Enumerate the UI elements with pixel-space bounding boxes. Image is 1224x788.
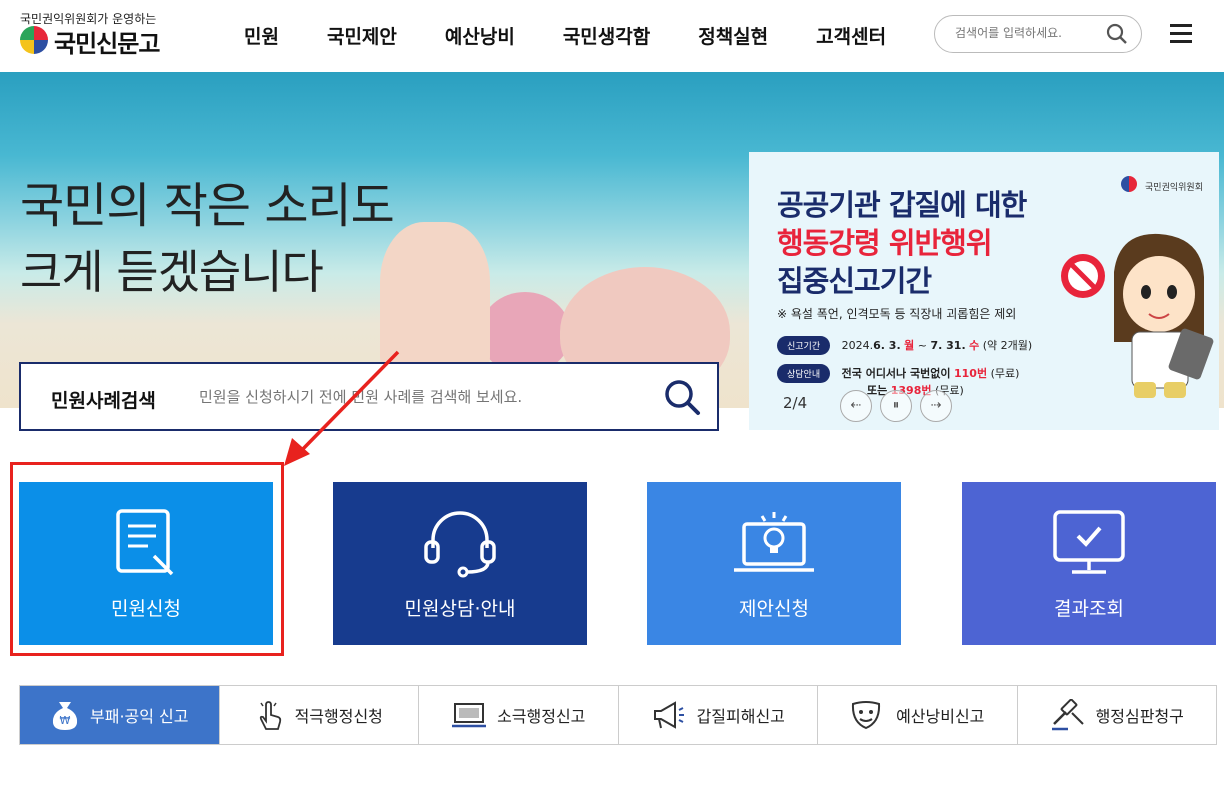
quick-link-label: 예산낭비신고 (896, 707, 985, 726)
megaphone-icon (653, 701, 684, 729)
quick-link-corruption-report[interactable]: ₩ 부패·공익 신고 (20, 686, 220, 744)
campaign-banner[interactable]: 국민권익위원회 공공기관 갑질에 대한 행동강령 위반행위 집중신고기간 ※ 욕… (749, 152, 1219, 430)
cartoon-character-illustration (1114, 233, 1214, 398)
laptop-icon (452, 703, 487, 728)
banner-title-line3: 집중신고기간 (777, 264, 932, 298)
contact-number-110: 110번 (953, 367, 988, 380)
period-start: 6. 3. (873, 339, 901, 352)
period-year: 2024. (841, 339, 874, 352)
no-sign-icon (1061, 254, 1105, 298)
logo-emblem-icon[interactable] (20, 26, 48, 54)
tile-label: 결과조회 (1054, 598, 1124, 620)
period-label: 신고기간 (777, 336, 831, 355)
hamburger-menu-icon[interactable] (1170, 24, 1192, 44)
nav-item-policy[interactable]: 정책실현 (674, 22, 792, 49)
money-bag-icon: ₩ (52, 702, 78, 730)
laptop-lightbulb-icon (734, 512, 814, 572)
site-header: 국민권익위원회가 운영하는 국민신문고 민원 국민제안 예산낭비 국민생각함 정… (0, 0, 1224, 72)
gavel-icon (1051, 699, 1084, 731)
header-search-input[interactable] (953, 25, 1097, 41)
period-start-day: 월 (904, 339, 915, 352)
quick-link-label: 행정심판청구 (1095, 707, 1184, 726)
quick-link-label: 적극행정신청 (294, 707, 383, 726)
banner-pause-button[interactable]: ⏸ (880, 390, 912, 422)
quick-link-label: 갑질피해신고 (696, 707, 785, 726)
period-end: 7. 31. (930, 339, 966, 352)
highlight-box (10, 462, 284, 656)
quick-link-gapjil-report[interactable]: 갑질피해신고 (619, 686, 818, 744)
quick-link-passive-admin[interactable]: 소극행정신고 (419, 686, 619, 744)
banner-pager: 2/4 (783, 394, 808, 412)
banner-contact-row: 상담안내 전국 어디서나 국번없이 110번 (무료) (777, 364, 1019, 383)
banner-title-line1: 공공기관 갑질에 대한 (777, 188, 1027, 222)
nav-item-customer-center[interactable]: 고객센터 (792, 22, 910, 49)
case-search-label: 민원사례검색 (51, 390, 156, 412)
banner-org: 국민권익위원회 (1145, 183, 1203, 193)
hand-pointer-icon (259, 701, 281, 730)
case-search-bar: 민원사례검색 (19, 362, 719, 431)
tile-consultation[interactable]: 민원상담·안내 (333, 482, 587, 645)
contact-line1: 전국 어디서나 국번없이 (841, 367, 951, 380)
theater-masks-icon (852, 701, 881, 730)
svg-text:₩: ₩ (60, 714, 71, 727)
tile-proposal[interactable]: 제안신청 (647, 482, 901, 645)
nav-item-budget-waste[interactable]: 예산낭비 (421, 22, 539, 49)
quick-link-label: 소극행정신고 (497, 707, 586, 726)
banner-period-row: 신고기간 2024.6. 3. 월 ~ 7. 31. 수 (약 2개월) (777, 336, 1032, 355)
main-nav: 민원 국민제안 예산낭비 국민생각함 정책실현 고객센터 (220, 22, 910, 49)
header-search (934, 15, 1142, 53)
coral-decoration (380, 222, 490, 372)
contact-label: 상담안내 (777, 364, 831, 383)
tile-label: 제안신청 (739, 598, 809, 620)
site-logo[interactable]: 국민신문고 (54, 24, 160, 59)
nav-item-proposal[interactable]: 국민제안 (303, 22, 421, 49)
hero-subheadline: 크게 듣겠습니다 (20, 245, 324, 299)
tile-label: 민원상담·안내 (404, 598, 516, 620)
quick-link-label: 부패·공익 신고 (90, 707, 189, 726)
hero-headline: 국민의 작은 소리도 (20, 178, 395, 234)
quick-report-bar: ₩ 부패·공익 신고 적극행정신청 소극행정신고 갑질피해신고 예산낭비신고 행… (19, 685, 1217, 745)
quick-link-budget-waste-report[interactable]: 예산낭비신고 (818, 686, 1018, 744)
nav-item-public-opinion[interactable]: 국민생각함 (539, 22, 674, 49)
search-icon[interactable] (1105, 22, 1129, 46)
period-separator: ~ (917, 339, 927, 352)
period-end-day: 수 (969, 339, 980, 352)
quick-link-proactive-admin[interactable]: 적극행정신청 (220, 686, 419, 744)
headset-icon (424, 511, 496, 578)
monitor-check-icon (1053, 510, 1125, 574)
tile-result-inquiry[interactable]: 결과조회 (962, 482, 1216, 645)
search-icon[interactable] (661, 376, 703, 418)
banner-prev-button[interactable]: ⇠ (840, 390, 872, 422)
case-search-input[interactable] (197, 387, 641, 407)
quick-link-admin-appeal[interactable]: 행정심판청구 (1018, 686, 1217, 744)
seashell-decoration (480, 292, 570, 372)
period-note: (약 2개월) (982, 339, 1033, 352)
banner-title-line2: 행동강령 위반행위 (777, 226, 993, 260)
government-emblem-icon (1121, 176, 1137, 192)
nav-item-minwon[interactable]: 민원 (220, 22, 303, 49)
banner-note: ※ 욕설 폭언, 인격모독 등 직장내 괴롭힘은 제외 (777, 307, 1017, 321)
contact-line1-note: (무료) (990, 367, 1020, 380)
banner-contact-row2: 또는 1398번 (무료) (867, 382, 964, 398)
banner-next-button[interactable]: ⇢ (920, 390, 952, 422)
